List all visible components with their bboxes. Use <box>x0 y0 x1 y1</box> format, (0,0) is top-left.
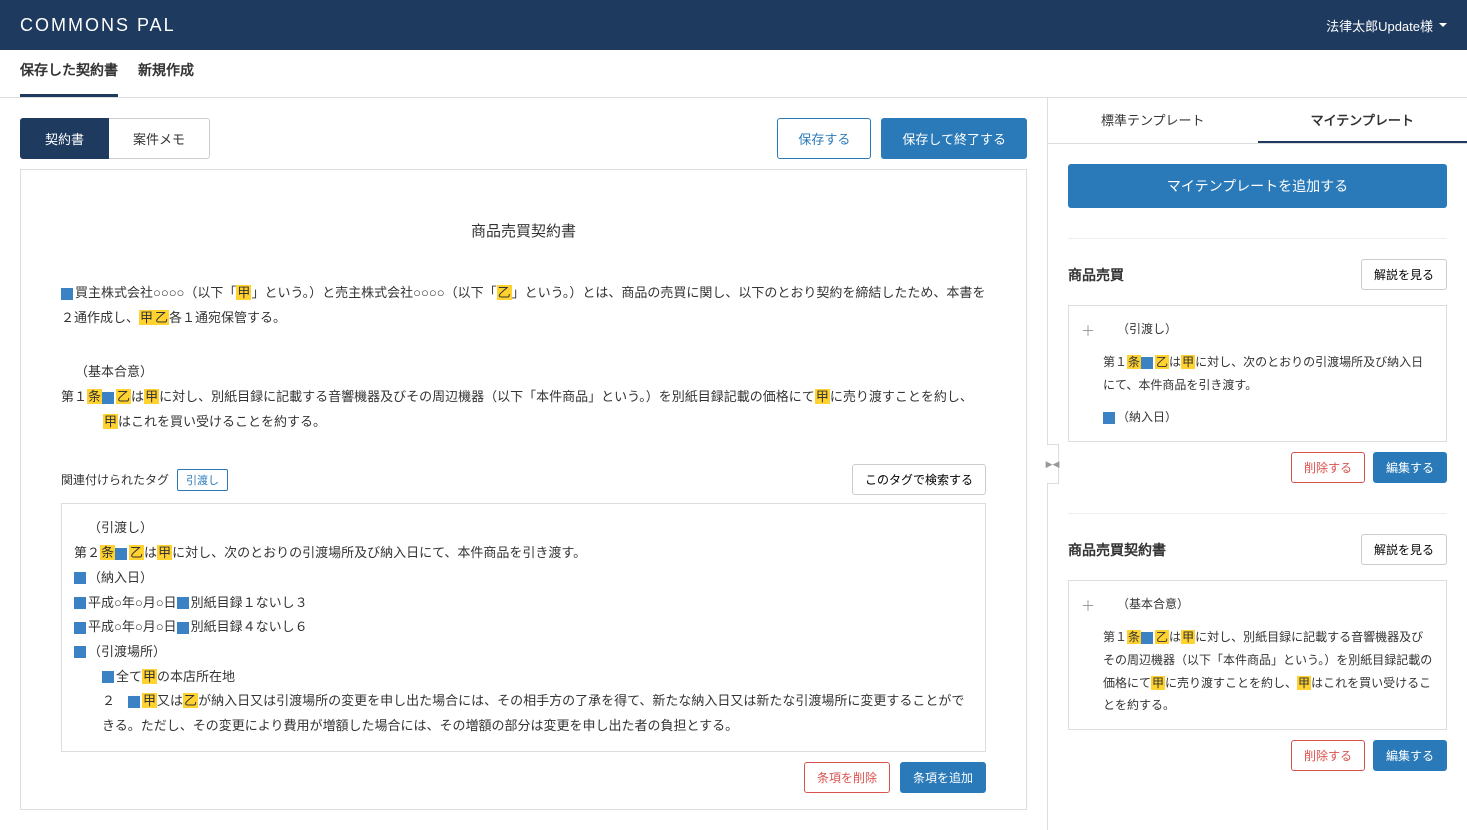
template-edit-button[interactable]: 編集する <box>1373 740 1447 771</box>
marker-icon <box>177 597 189 609</box>
toolbar: 契約書 案件メモ 保存する 保存して終了する <box>20 118 1027 159</box>
template-body[interactable]: ＋ （基本合意） 第１条乙は甲に対し、別紙目録に記載する音響機器及びその周辺機器… <box>1068 580 1447 730</box>
marker-icon <box>74 572 86 584</box>
tag-label-wrap: 関連付けられたタグ 引渡し <box>61 469 228 491</box>
nav-tab-saved[interactable]: 保存した契約書 <box>20 46 118 97</box>
add-article-button[interactable]: 条項を追加 <box>900 762 986 793</box>
tag-section: 関連付けられたタグ 引渡し このタグで検索する （引渡し） 第２条乙は甲に対し、… <box>61 464 986 792</box>
doc-article-1: （基本合意） 第１条乙は甲に対し、別紙目録に記載する音響機器及びその周辺機器（以… <box>61 360 986 434</box>
template-header: 商品売買 解説を見る <box>1068 259 1447 290</box>
template-body[interactable]: ＋ （引渡し） 第１条乙は甲に対し、次のとおりの引渡場所及び納入日にて、本件商品… <box>1068 305 1447 442</box>
right-tabs: 標準テンプレート マイテンプレート <box>1048 98 1467 144</box>
highlight-kou: 甲 <box>139 310 154 325</box>
template-delete-button[interactable]: 削除する <box>1291 740 1365 771</box>
marker-icon <box>74 646 86 658</box>
subtab-contract[interactable]: 契約書 <box>20 118 109 159</box>
plus-icon[interactable]: ＋ <box>1081 318 1095 429</box>
user-name: 法律太郎Update様 <box>1326 16 1433 35</box>
tag-search-button[interactable]: このタグで検索する <box>852 464 986 495</box>
chevron-down-icon <box>1439 23 1447 27</box>
user-menu[interactable]: 法律太郎Update様 <box>1326 16 1447 35</box>
marker-icon <box>61 288 73 300</box>
marker-icon <box>177 622 189 634</box>
right-content[interactable]: マイテンプレートを追加する 商品売買 解説を見る ＋ （引渡し） 第１条乙は甲に… <box>1048 144 1467 830</box>
template-edit-button[interactable]: 編集する <box>1373 452 1447 483</box>
marker-icon <box>128 696 140 708</box>
template-actions: 削除する 編集する <box>1068 740 1447 771</box>
template-header: 商品売買契約書 解説を見る <box>1068 534 1447 565</box>
add-template-button[interactable]: マイテンプレートを追加する <box>1068 164 1447 208</box>
document-area[interactable]: 商品売買契約書 買主株式会社○○○○（以下「甲」という。）と売主株式会社○○○○… <box>20 169 1027 810</box>
action-buttons: 保存する 保存して終了する <box>777 118 1027 159</box>
logo: COMMONS PAL <box>20 15 176 36</box>
nav-tab-new[interactable]: 新規作成 <box>138 46 194 97</box>
plus-icon[interactable]: ＋ <box>1081 593 1095 717</box>
article-actions: 条項を削除 条項を追加 <box>61 762 986 793</box>
template-card-2: 商品売買契約書 解説を見る ＋ （基本合意） 第１条乙は甲に対し、別紙目録に記載… <box>1068 513 1447 771</box>
marker-icon <box>102 671 114 683</box>
highlight-otsu: 乙 <box>154 310 169 325</box>
template-delete-button[interactable]: 削除する <box>1291 452 1365 483</box>
tag-chip[interactable]: 引渡し <box>177 469 228 491</box>
explain-button[interactable]: 解説を見る <box>1361 534 1447 565</box>
subtab-memo[interactable]: 案件メモ <box>109 118 210 159</box>
template-title: 商品売買契約書 <box>1068 540 1166 560</box>
doc-title: 商品売買契約書 <box>61 220 986 241</box>
marker-icon <box>102 392 114 404</box>
marker-icon <box>1141 357 1153 369</box>
left-panel: 契約書 案件メモ 保存する 保存して終了する 商品売買契約書 買主株式会社○○○… <box>0 98 1047 830</box>
delete-article-button[interactable]: 条項を削除 <box>804 762 890 793</box>
right-panel: ▶◀ 標準テンプレート マイテンプレート マイテンプレートを追加する 商品売買 … <box>1047 98 1467 830</box>
highlight-otsu: 乙 <box>497 285 512 300</box>
template-actions: 削除する 編集する <box>1068 452 1447 483</box>
save-exit-button[interactable]: 保存して終了する <box>881 118 1027 159</box>
main-container: 契約書 案件メモ 保存する 保存して終了する 商品売買契約書 買主株式会社○○○… <box>0 98 1467 830</box>
collapse-handle[interactable]: ▶◀ <box>1047 444 1059 484</box>
marker-icon <box>1103 412 1115 424</box>
right-tab-standard[interactable]: 標準テンプレート <box>1048 98 1258 143</box>
tag-header: 関連付けられたタグ 引渡し このタグで検索する <box>61 464 986 495</box>
marker-icon <box>74 597 86 609</box>
explain-button[interactable]: 解説を見る <box>1361 259 1447 290</box>
save-button[interactable]: 保存する <box>777 118 871 159</box>
sub-tabs: 契約書 案件メモ <box>20 118 210 159</box>
template-card-1: 商品売買 解説を見る ＋ （引渡し） 第１条乙は甲に対し、次のとおりの引渡場所及… <box>1068 238 1447 483</box>
main-nav: 保存した契約書 新規作成 <box>0 50 1467 98</box>
tag-body: （引渡し） 第２条乙は甲に対し、次のとおりの引渡場所及び納入日にて、本件商品を引… <box>61 503 986 751</box>
right-tab-my[interactable]: マイテンプレート <box>1258 98 1467 143</box>
marker-icon <box>74 622 86 634</box>
app-header: COMMONS PAL 法律太郎Update様 <box>0 0 1467 50</box>
tag-label: 関連付けられたタグ <box>61 471 169 488</box>
doc-intro: 買主株式会社○○○○（以下「甲」という。）と売主株式会社○○○○（以下「乙」とい… <box>61 281 986 330</box>
template-title: 商品売買 <box>1068 265 1124 285</box>
highlight-kou: 甲 <box>236 285 251 300</box>
marker-icon <box>115 548 127 560</box>
marker-icon <box>1141 632 1153 644</box>
